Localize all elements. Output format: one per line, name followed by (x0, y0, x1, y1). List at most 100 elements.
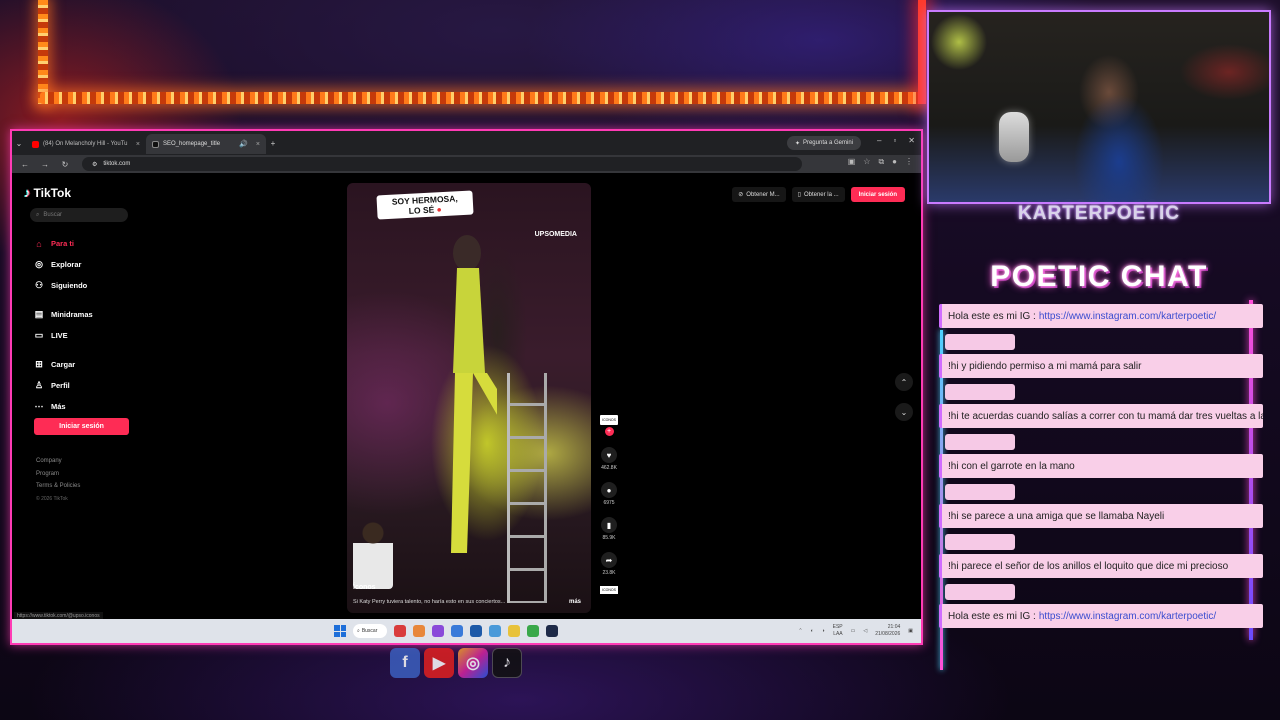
sidebar-item-label: Cargar (51, 360, 76, 369)
edge-icon[interactable] (489, 625, 501, 637)
tray-chevron-icon[interactable]: ⌃ (798, 628, 802, 634)
minimize-icon[interactable]: – (877, 136, 881, 145)
app-icon[interactable] (470, 625, 482, 637)
back-icon[interactable]: ← (18, 157, 32, 171)
chat-link[interactable]: https://www.instagram.com/karterpoetic/ (1039, 611, 1216, 622)
get-coins-button[interactable]: ⊘ Obtener M... (732, 187, 786, 202)
sidebar-item-siguiendo[interactable]: ⚇ Siguiendo (34, 275, 134, 296)
search-placeholder: Buscar (43, 212, 63, 218)
like-button[interactable]: ♥ (601, 447, 617, 463)
chat-bubble: !hi te acuerdas cuando salías a correr c… (939, 404, 1263, 428)
volume-icon[interactable]: ◁ (863, 628, 867, 634)
more-link[interactable]: más (569, 599, 581, 605)
app-icon[interactable] (413, 625, 425, 637)
windows-start-icon[interactable] (334, 625, 346, 637)
tray-app-icon[interactable]: ◐ (811, 628, 814, 634)
footer-company-link[interactable]: Company (36, 455, 80, 468)
prev-video-button[interactable]: ⌃ (895, 373, 913, 391)
tiktok-logo[interactable]: ♪ TikTok (24, 185, 71, 200)
app-icon[interactable] (451, 625, 463, 637)
new-tab-icon[interactable]: + (266, 136, 280, 150)
site-info-icon[interactable]: ⚙ (92, 161, 97, 168)
sidebar-item-explorar[interactable]: ◎ Explorar (34, 254, 134, 275)
get-app-button[interactable]: ▯ Obtener la ... (791, 187, 845, 202)
comment-count: 6975 (603, 500, 615, 506)
video-player[interactable]: SOY HERMOSA, LO SÉ ● UPSOMEDIA Íconos Si… (347, 183, 591, 613)
footer-copyright: © 2026 TikTok (36, 495, 68, 502)
video-actions: ICONOS + ♥ 462.8K ● 6975 ▮ 85.9K ➦ 23.8K… (597, 415, 621, 594)
gemini-button[interactable]: ✦ Pregunta a Gemini (786, 136, 861, 150)
share-button[interactable]: ➦ (601, 552, 617, 568)
sidebar-item-cargar[interactable]: ⊞ Cargar (34, 354, 134, 375)
sidebar-item-para-ti[interactable]: ⌂ Para ti (34, 233, 134, 254)
extensions-icon[interactable]: ⧉ (878, 157, 884, 167)
reload-icon[interactable]: ↻ (58, 157, 72, 171)
close-tab-icon[interactable]: × (256, 141, 260, 148)
bookmark-star-icon[interactable]: ☆ (863, 157, 870, 167)
url-field[interactable]: ⚙ tiktok.com (82, 157, 802, 171)
notifications-icon[interactable]: ▣ (908, 628, 913, 634)
maximize-icon[interactable]: ▫ (893, 136, 896, 145)
music-disc[interactable]: ICONOS (600, 586, 618, 594)
app-icon[interactable] (432, 625, 444, 637)
footer-program-link[interactable]: Program (36, 468, 80, 481)
folder-icon[interactable] (508, 625, 520, 637)
forward-icon[interactable]: → (38, 157, 52, 171)
sidebar-item-label: LIVE (51, 331, 68, 340)
video-username[interactable]: Íconos (353, 584, 376, 591)
steam-icon[interactable] (546, 625, 558, 637)
sidebar-nav: ⌂ Para ti ◎ Explorar ⚇ Siguiendo ▤ Minidrama… (34, 233, 134, 417)
sidebar-item-label: Perfil (51, 381, 70, 390)
footer-terms-link[interactable]: Terms & Policies (36, 480, 80, 493)
comment-icon: ● (606, 485, 612, 495)
chat-text: Hola este es mi IG : (948, 310, 1036, 322)
menu-icon[interactable]: ⋮ (905, 157, 913, 167)
top-actions: ⊘ Obtener M... ▯ Obtener la ... Iniciar se… (732, 187, 905, 202)
tab-youtube[interactable]: (84) On Melancholy Hill - YouTu × (26, 134, 146, 154)
video-watermark: UPSOMEDIA (534, 231, 577, 238)
cast-icon[interactable]: ▣ (848, 157, 856, 167)
minidramas-icon: ▤ (34, 309, 44, 319)
clock[interactable]: 21:04 21/08/2026 (875, 624, 900, 638)
tray-app-icon[interactable]: ◑ (822, 628, 825, 634)
sidebar-item-mas[interactable]: ⋯ Más (34, 396, 134, 417)
tab-tiktok[interactable]: SEO_homepage_title 🔊 × (146, 134, 266, 154)
sidebar-item-label: Para ti (51, 239, 74, 248)
sidebar-item-minidramas[interactable]: ▤ Minidramas (34, 304, 134, 325)
chat-message: !hi parece el señor de los anillos el lo… (939, 534, 1263, 578)
pdf-app-icon[interactable] (394, 625, 406, 637)
chevron-down-icon: ⌄ (900, 407, 908, 417)
search-icon: ⌕ (357, 628, 360, 634)
login-button[interactable]: Iniciar sesión (850, 187, 905, 202)
comment-button[interactable]: ● (601, 482, 617, 498)
taskbar-search[interactable]: ⌕ Buscar (353, 624, 387, 638)
tab-search-icon[interactable]: ⌄ (12, 136, 26, 150)
streamer-name: KARTERPOETIC (1018, 203, 1180, 224)
creator-avatar[interactable]: ICONOS (600, 415, 618, 425)
audio-icon[interactable]: 🔊 (239, 140, 248, 148)
instagram-icon: ◎ (458, 648, 488, 678)
toolbar-right: ▣ ☆ ⧉ ● ⋮ (848, 157, 913, 167)
caption-line-2: LO SÉ (408, 204, 435, 216)
sidebar-item-perfil[interactable]: ♙ Perfil (34, 375, 134, 396)
login-button-sidebar[interactable]: Iniciar sesión (34, 418, 129, 435)
display-icon[interactable]: ▭ (851, 628, 856, 634)
language-indicator[interactable]: ESP LAA (833, 624, 843, 638)
gemini-icon: ✦ (794, 140, 800, 147)
chat-link[interactable]: https://www.instagram.com/karterpoetic/ (1039, 311, 1216, 322)
browser-window: ⌄ (84) On Melancholy Hill - YouTu × SEO_… (10, 129, 923, 645)
close-window-icon[interactable]: ✕ (908, 136, 915, 145)
next-video-button[interactable]: ⌄ (895, 403, 913, 421)
close-tab-icon[interactable]: × (136, 141, 140, 148)
save-button[interactable]: ▮ (601, 517, 617, 533)
chat-username-badge (945, 434, 1015, 450)
video-description: Si Katy Perry tuviera talento, no haría … (353, 599, 506, 605)
home-icon: ⌂ (36, 238, 42, 249)
search-input[interactable]: ⌕ Buscar (30, 208, 128, 222)
chat-bubble: !hi y pidiendo permiso a mi mamá para sa… (939, 354, 1263, 378)
follow-plus-icon[interactable]: + (604, 427, 614, 436)
windows-taskbar: ⌕ Buscar ⌃ ◐ ◑ ESP LAA ▭ ◁ 21:04 21/08/2026 (12, 619, 921, 643)
sidebar-item-live[interactable]: ▭ LIVE (34, 325, 134, 346)
chrome-icon[interactable] (527, 625, 539, 637)
profile-icon[interactable]: ● (892, 157, 897, 167)
